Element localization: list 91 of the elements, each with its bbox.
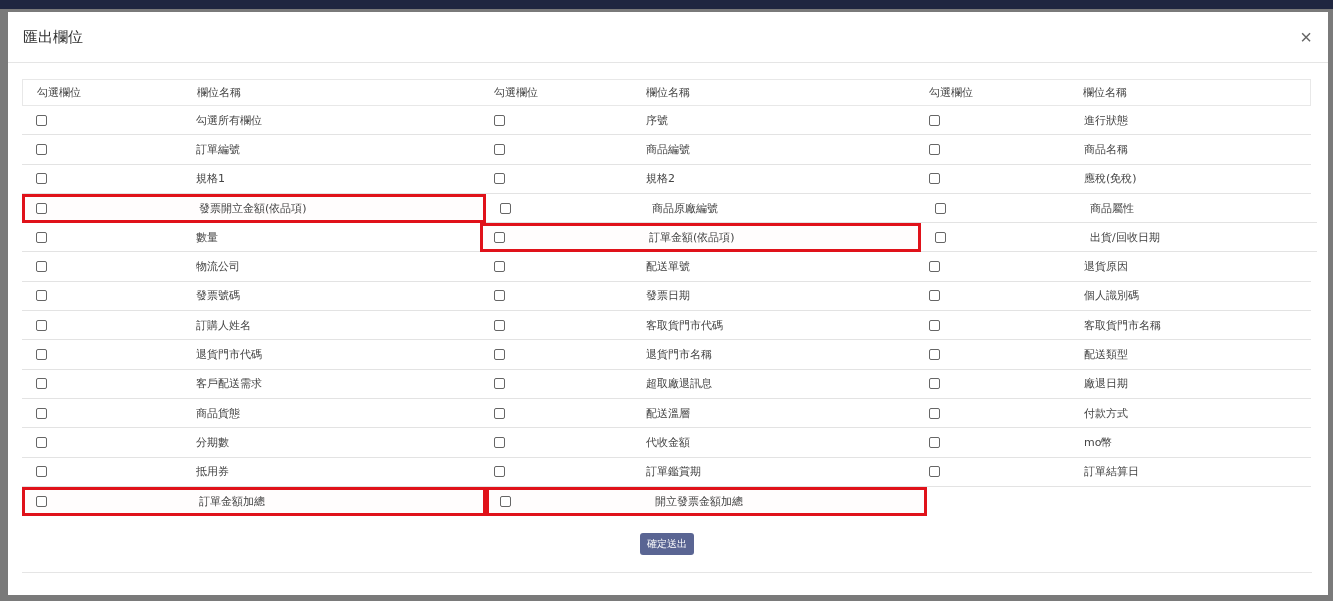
field-name: 訂單金額加總 bbox=[199, 494, 265, 509]
field-name: 訂購人姓名 bbox=[196, 317, 251, 333]
column-header: 勾選欄位 bbox=[37, 86, 81, 99]
checkbox[interactable] bbox=[929, 143, 940, 155]
checkbox[interactable] bbox=[36, 378, 47, 390]
checkbox[interactable] bbox=[929, 114, 940, 126]
field-name: 訂單結算日 bbox=[1084, 464, 1139, 480]
field-name: 配送單號 bbox=[646, 259, 690, 275]
checkbox[interactable] bbox=[929, 290, 940, 302]
checkbox[interactable] bbox=[929, 378, 940, 390]
field-name: 訂單鑑賞期 bbox=[646, 464, 701, 480]
checkbox[interactable] bbox=[36, 290, 47, 302]
checkbox[interactable] bbox=[494, 261, 505, 273]
field-name: 商品名稱 bbox=[1084, 141, 1128, 157]
checkbox[interactable] bbox=[929, 319, 940, 331]
checkbox[interactable] bbox=[494, 143, 505, 155]
field-name: 配送類型 bbox=[1084, 347, 1128, 362]
checkbox[interactable] bbox=[36, 203, 47, 215]
field-name: 進行狀態 bbox=[1084, 112, 1128, 128]
checkbox[interactable] bbox=[494, 290, 505, 302]
field-name: 商品原廠編號 bbox=[652, 200, 718, 216]
checkbox[interactable] bbox=[36, 436, 47, 448]
checkbox[interactable] bbox=[929, 261, 940, 273]
field-name: 超取廠退訊息 bbox=[646, 376, 712, 392]
field-name: 訂單編號 bbox=[196, 141, 240, 157]
checkbox[interactable] bbox=[494, 319, 505, 331]
field-name: 數量 bbox=[196, 229, 218, 245]
checkbox[interactable] bbox=[36, 143, 47, 155]
field-name: 分期數 bbox=[196, 434, 229, 450]
field-name: 發票開立金額(依品項) bbox=[199, 201, 307, 217]
checkbox[interactable] bbox=[36, 231, 47, 243]
field-name: 代收金額 bbox=[646, 434, 690, 450]
field-name: 抵用券 bbox=[196, 464, 229, 480]
checkbox[interactable] bbox=[36, 261, 47, 273]
field-name: 商品貨態 bbox=[196, 405, 240, 421]
checkbox[interactable] bbox=[36, 407, 47, 419]
checkbox[interactable] bbox=[500, 496, 511, 507]
field-name: 勾選所有欄位 bbox=[196, 112, 262, 128]
checkbox[interactable] bbox=[929, 173, 940, 185]
checkbox[interactable] bbox=[935, 202, 946, 214]
field-name: 規格2 bbox=[646, 171, 675, 187]
checkbox[interactable] bbox=[929, 349, 940, 360]
checkbox[interactable] bbox=[36, 466, 47, 478]
submit-button[interactable]: 確定送出 bbox=[640, 533, 694, 556]
checkbox[interactable] bbox=[935, 231, 946, 243]
checkbox[interactable] bbox=[929, 407, 940, 419]
field-name: 商品屬性 bbox=[1090, 200, 1134, 216]
checkbox[interactable] bbox=[494, 466, 505, 478]
field-name: 配送溫層 bbox=[646, 405, 690, 421]
column-header: 勾選欄位 bbox=[928, 86, 973, 99]
checkbox[interactable] bbox=[929, 466, 940, 478]
field-name: 發票日期 bbox=[646, 288, 690, 304]
field-name: 出貨/回收日期 bbox=[1090, 229, 1160, 245]
field-name: mo幣 bbox=[1084, 434, 1113, 450]
dialog-title: 匯出欄位 bbox=[23, 27, 83, 47]
field-name: 發票號碼 bbox=[196, 288, 240, 304]
field-name: 客取貨門市名稱 bbox=[1084, 317, 1161, 333]
checkbox[interactable] bbox=[494, 232, 505, 244]
close-button[interactable]: × bbox=[1296, 25, 1316, 49]
checkbox[interactable] bbox=[494, 349, 505, 360]
column-header: 欄位名稱 bbox=[196, 86, 241, 99]
checkbox[interactable] bbox=[494, 173, 505, 185]
checkbox[interactable] bbox=[494, 378, 505, 390]
field-name: 規格1 bbox=[196, 171, 225, 187]
field-name: 退貨原因 bbox=[1084, 259, 1128, 275]
checkbox[interactable] bbox=[36, 319, 47, 331]
checkbox[interactable] bbox=[494, 407, 505, 419]
field-name: 個人識別碼 bbox=[1084, 288, 1139, 304]
column-header: 欄位名稱 bbox=[1083, 86, 1128, 99]
field-name: 付款方式 bbox=[1084, 405, 1128, 421]
checkbox[interactable] bbox=[36, 173, 47, 185]
field-name: 客戶配送需求 bbox=[196, 376, 262, 392]
checkbox[interactable] bbox=[929, 436, 940, 448]
field-name: 客取貨門市代碼 bbox=[646, 317, 723, 333]
checkbox[interactable] bbox=[494, 436, 505, 448]
checkbox[interactable] bbox=[500, 202, 511, 214]
checkbox[interactable] bbox=[494, 114, 505, 126]
checkbox[interactable] bbox=[36, 349, 47, 360]
field-name: 商品編號 bbox=[646, 141, 690, 157]
column-header: 欄位名稱 bbox=[646, 86, 691, 99]
field-name: 物流公司 bbox=[196, 259, 240, 275]
checkbox[interactable] bbox=[36, 114, 47, 126]
field-name: 退貨門市代碼 bbox=[196, 347, 262, 362]
field-name: 廠退日期 bbox=[1084, 376, 1128, 392]
field-name: 退貨門市名稱 bbox=[646, 347, 712, 362]
checkbox[interactable] bbox=[36, 496, 47, 507]
column-header: 勾選欄位 bbox=[494, 86, 539, 99]
field-name: 序號 bbox=[646, 112, 668, 128]
field-name: 開立發票金額加總 bbox=[655, 494, 743, 509]
field-name: 應稅(免稅) bbox=[1084, 171, 1137, 187]
field-name: 訂單金額(依品項) bbox=[649, 230, 735, 246]
